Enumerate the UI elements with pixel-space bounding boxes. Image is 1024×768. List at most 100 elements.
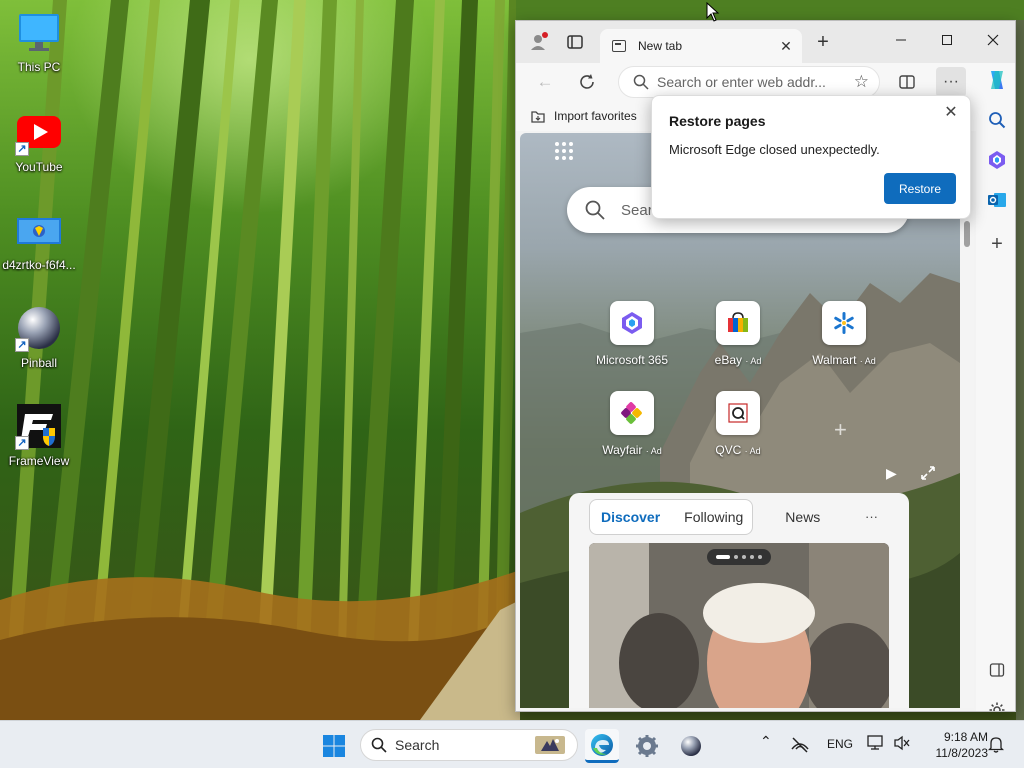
- desktop-icon-pinball[interactable]: ↗ Pinball: [0, 296, 78, 386]
- ebay-icon: [716, 301, 760, 345]
- taskbar-search-box[interactable]: [360, 729, 578, 761]
- dialog-message: Microsoft Edge closed unexpectedly.: [669, 142, 880, 157]
- quick-link-label: Walmart: [812, 353, 857, 367]
- tab-news[interactable]: News: [773, 500, 832, 534]
- desktop-icon-frameview[interactable]: ↗ FrameView: [0, 394, 78, 484]
- pinball-icon: ↗: [15, 304, 63, 352]
- windows-logo-icon: [323, 735, 345, 757]
- refresh-button[interactable]: [572, 67, 602, 97]
- feed-article-image[interactable]: [589, 543, 889, 708]
- clock-date: 11/8/2023: [935, 746, 989, 760]
- tab-following[interactable]: Following: [672, 500, 755, 534]
- tab-actions-button[interactable]: [560, 27, 590, 57]
- search-icon: [633, 74, 649, 90]
- microsoft-365-icon: [610, 301, 654, 345]
- notifications-button[interactable]: [987, 735, 1005, 756]
- tab-new-tab[interactable]: New tab ✕: [600, 29, 802, 63]
- tab-discover[interactable]: Discover: [589, 500, 672, 534]
- settings-and-more-button[interactable]: ···: [936, 67, 966, 97]
- tab-title: New tab: [638, 39, 683, 53]
- sidebar-add-button[interactable]: +: [982, 229, 1012, 259]
- clock-time: 9:18 AM: [943, 730, 988, 744]
- quick-link-microsoft-365[interactable]: Microsoft 365: [582, 301, 682, 367]
- desktop-icon-youtube[interactable]: ↗ YouTube: [0, 100, 78, 190]
- page-scrollbar[interactable]: [960, 133, 974, 708]
- speaker-muted-icon: [894, 735, 910, 751]
- maximize-button[interactable]: [924, 25, 970, 55]
- close-icon[interactable]: ✕: [940, 102, 962, 124]
- monitor-icon: [867, 735, 883, 750]
- search-icon: [989, 112, 1006, 129]
- sidebar-hide-button[interactable]: [982, 655, 1012, 685]
- arrow-left-icon: ←: [536, 72, 554, 91]
- quick-link-qvc[interactable]: QVC · Ad: [688, 391, 788, 457]
- ad-badge: · Ad: [745, 356, 762, 366]
- address-input[interactable]: [657, 74, 837, 90]
- desktop-icon-this-pc[interactable]: This PC: [0, 0, 78, 90]
- refresh-icon: [580, 74, 594, 89]
- restore-button[interactable]: Restore: [884, 173, 956, 204]
- start-button[interactable]: [317, 729, 351, 763]
- maximize-icon: [942, 35, 952, 45]
- plus-icon: +: [991, 232, 1003, 255]
- quick-link-ebay[interactable]: eBay · Ad: [688, 301, 788, 367]
- sidebar-settings-button[interactable]: [982, 695, 1012, 711]
- tab-actions-icon: [567, 35, 583, 49]
- expand-icon: [921, 466, 935, 480]
- search-highlight-icon: [535, 736, 565, 754]
- outlook-icon: [988, 193, 1006, 207]
- back-button[interactable]: ←: [530, 67, 560, 97]
- quick-link-label: QVC: [715, 443, 742, 457]
- play-icon: ▶: [886, 465, 897, 481]
- profile-button[interactable]: [524, 27, 554, 57]
- pinball-icon: [681, 736, 701, 756]
- desktop-icon-image-file[interactable]: d4zrtko-f6f4...: [0, 198, 78, 288]
- sidebar-search-button[interactable]: [982, 105, 1012, 135]
- show-hidden-icons-button[interactable]: ⌃: [760, 733, 772, 750]
- new-tab-page: Sear Microsoft 365 eBay · Ad Walmart · A…: [520, 133, 960, 708]
- import-favorites-label: Import favorites: [554, 109, 637, 123]
- close-tab-icon[interactable]: ✕: [776, 38, 796, 55]
- bell-icon: [987, 737, 1005, 753]
- import-favorites-button[interactable]: Import favorites: [530, 108, 637, 124]
- taskbar-edge-button[interactable]: [585, 729, 619, 763]
- close-icon: [987, 34, 999, 46]
- display-status-button[interactable]: [867, 735, 885, 754]
- new-tab-page-icon: [612, 40, 626, 52]
- more-dots-icon: ···: [943, 73, 959, 90]
- apps-launcher-button[interactable]: [554, 141, 574, 164]
- quick-link-wayfair[interactable]: Wayfair · Ad: [582, 391, 682, 457]
- taskbar-settings-button[interactable]: [630, 729, 664, 763]
- expand-background-button[interactable]: [920, 465, 936, 484]
- feed-more-button[interactable]: ···: [865, 509, 878, 524]
- sidebar-microsoft-365-button[interactable]: [982, 145, 1012, 175]
- ad-badge: · Ad: [859, 356, 876, 366]
- address-bar[interactable]: ☆: [618, 66, 880, 98]
- close-window-button[interactable]: [970, 25, 1015, 55]
- scrollbar-thumb[interactable]: [964, 221, 970, 247]
- taskbar-pinball-button[interactable]: [674, 729, 708, 763]
- volume-button[interactable]: [893, 735, 911, 754]
- quick-link-label: eBay: [714, 353, 742, 367]
- language-indicator[interactable]: ENG: [827, 737, 853, 751]
- search-icon: [371, 737, 387, 753]
- title-bar[interactable]: New tab ✕ +: [516, 21, 1015, 63]
- monitor-icon: [15, 8, 63, 56]
- new-tab-button[interactable]: +: [808, 27, 838, 57]
- play-background-button[interactable]: ▶: [886, 465, 897, 482]
- quick-link-walmart[interactable]: Walmart · Ad: [794, 301, 894, 367]
- split-screen-button[interactable]: [892, 67, 922, 97]
- dialog-title: Restore pages: [669, 113, 766, 129]
- favorite-star-icon[interactable]: ☆: [854, 72, 869, 92]
- taskbar-clock[interactable]: 9:18 AM 11/8/2023: [920, 729, 989, 761]
- copilot-button[interactable]: [982, 65, 1012, 95]
- mouse-cursor: [706, 1, 720, 25]
- carousel-indicator[interactable]: [707, 549, 771, 565]
- taskbar-search-input[interactable]: [395, 737, 515, 753]
- network-status-button[interactable]: [790, 735, 810, 756]
- sidebar-outlook-button[interactable]: [982, 185, 1012, 215]
- ad-badge: · Ad: [744, 446, 761, 456]
- add-quick-link-button[interactable]: +: [834, 417, 847, 443]
- sidebar-panel-icon: [989, 663, 1005, 677]
- minimize-button[interactable]: [878, 25, 924, 55]
